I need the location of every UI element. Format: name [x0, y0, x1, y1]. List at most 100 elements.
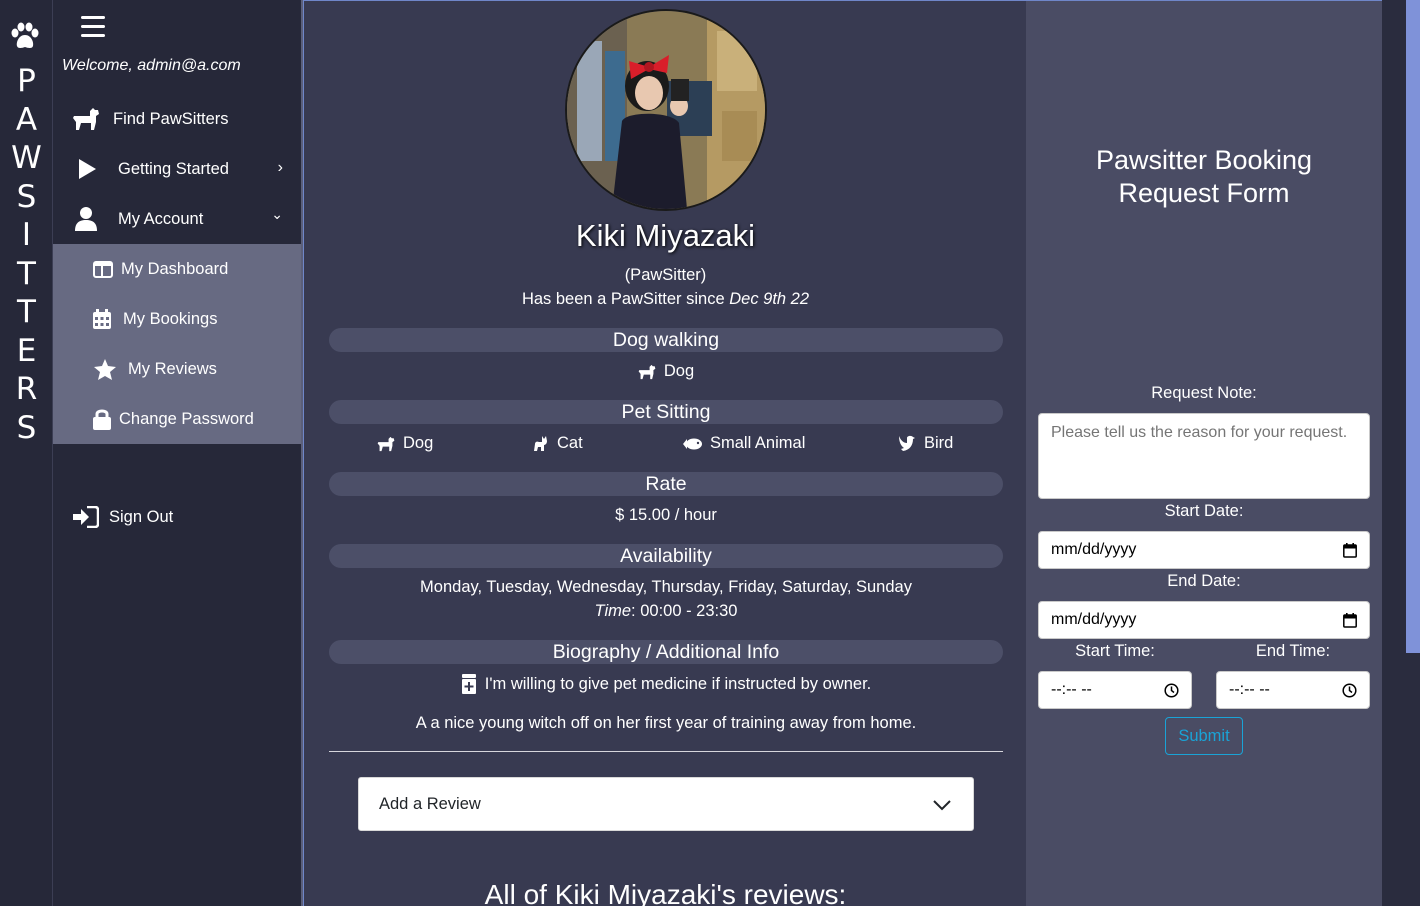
sidebar-item-label: My Bookings — [123, 309, 218, 328]
brand-letter: S — [16, 409, 37, 446]
brand-letter: S — [16, 178, 37, 215]
pet-small-animal: Small Animal — [682, 434, 805, 453]
clock-icon — [1164, 683, 1179, 698]
start-time-value: --:-- -- — [1051, 681, 1092, 698]
sitter-role: (PawSitter) — [624, 266, 707, 284]
section-header-pet-sitting: Pet Sitting — [329, 400, 1003, 424]
request-note-input[interactable] — [1038, 413, 1370, 499]
pet-cat: Cat — [533, 434, 583, 453]
end-time-input[interactable]: --:-- -- — [1216, 671, 1370, 709]
start-date-input[interactable]: mm/dd/yyyy — [1038, 531, 1370, 569]
pet-dog: Dog — [377, 434, 433, 453]
chevron-down-icon — [933, 800, 951, 811]
sign-out-label: Sign Out — [109, 507, 174, 526]
dog-icon — [71, 106, 101, 132]
pet-dog: Dog — [638, 362, 694, 381]
sidebar-item-my-bookings[interactable]: My Bookings — [53, 294, 301, 344]
star-icon — [93, 358, 117, 380]
end-time-label: End Time: — [1255, 642, 1331, 660]
add-review-label: Add a Review — [379, 794, 481, 813]
bird-icon — [899, 435, 915, 451]
booking-form: Pawsitter Booking Request Form Request No… — [1026, 0, 1382, 906]
brand-letter: T — [17, 255, 36, 292]
profile-panel: Kiki Miyazaki (PawSitter) Has been a Paw… — [303, 0, 1026, 906]
sidebar-item-label: My Account — [118, 209, 204, 228]
clock-icon — [1342, 683, 1357, 698]
add-review-accordion[interactable]: Add a Review — [358, 777, 974, 831]
medicine-icon — [461, 674, 476, 694]
welcome-text: Welcome, admin@a.com — [62, 57, 241, 74]
section-header-rate: Rate — [329, 472, 1003, 496]
fish-icon — [683, 438, 702, 449]
sidebar: Welcome, admin@a.com Find PawSitters Get… — [53, 0, 303, 906]
chevron-right-icon: › — [277, 159, 283, 176]
section-header-dog-walking: Dog walking — [329, 328, 1003, 352]
brand-strip: P A W S I T T E R S — [0, 0, 53, 906]
sitter-name: Kiki Miyazaki — [575, 218, 756, 253]
start-date-value: mm/dd/yyyy — [1051, 541, 1137, 558]
start-time-input[interactable]: --:-- -- — [1038, 671, 1192, 709]
account-submenu: My Dashboard My Bookings My Reviews Chan… — [53, 244, 301, 444]
pet-label: Dog — [403, 434, 434, 452]
scrollbar-thumb[interactable] — [1406, 0, 1420, 653]
sidebar-item-my-reviews[interactable]: My Reviews — [53, 344, 301, 394]
sidebar-item-change-password[interactable]: Change Password — [53, 394, 301, 444]
section-header-availability: Availability — [329, 544, 1003, 568]
time-label: Time — [594, 602, 632, 620]
brand-letter: W — [11, 140, 42, 176]
availability-time: Time: 00:00 - 23:30 — [329, 602, 1003, 621]
sidebar-item-getting-started[interactable]: Getting Started › — [53, 144, 301, 194]
availability-days: Monday, Tuesday, Wednesday, Thursday, Fr… — [420, 578, 912, 596]
sidebar-item-find-pawsitters[interactable]: Find PawSitters — [53, 94, 301, 144]
avatar — [565, 9, 767, 211]
pet-bird: Bird — [898, 434, 953, 453]
chevron-down-icon: ⌄ — [271, 206, 283, 222]
brand-letter: E — [16, 332, 37, 369]
dog-icon — [638, 364, 656, 379]
calendar-icon — [1343, 543, 1357, 558]
sidebar-item-label: Getting Started — [118, 159, 229, 178]
sidebar-item-label: Find PawSitters — [113, 109, 229, 128]
end-date-input[interactable]: mm/dd/yyyy — [1038, 601, 1370, 639]
sidebar-item-my-account[interactable]: My Account ⌄ — [53, 194, 301, 244]
sidebar-item-label: Change Password — [119, 409, 254, 428]
sign-out-button[interactable]: Sign Out — [53, 492, 301, 542]
brand-letter: I — [21, 217, 32, 253]
time-value: : 00:00 - 23:30 — [631, 602, 738, 620]
brand-wordmark: P A W S I T T E R S — [0, 62, 53, 447]
calendar-icon — [92, 308, 112, 330]
lock-icon — [92, 407, 112, 431]
end-date-label: End Date: — [1167, 572, 1241, 590]
calendar-icon — [1343, 613, 1357, 628]
user-icon — [74, 206, 98, 232]
brand-letter: P — [17, 63, 36, 99]
divider — [329, 751, 1003, 752]
pet-label: Dog — [663, 362, 695, 380]
form-title-line1: Pawsitter Booking — [1095, 145, 1313, 175]
since-prefix: Has been a PawSitter since — [521, 290, 730, 308]
sign-out-icon — [72, 505, 100, 529]
cat-icon — [534, 436, 547, 451]
brand-letter: T — [17, 294, 36, 330]
sitter-since: Has been a PawSitter since Dec 9th 22 — [304, 290, 1027, 309]
hamburger-menu-icon[interactable] — [81, 16, 105, 38]
pet-label: Cat — [557, 434, 583, 452]
pet-label: Small Animal — [710, 434, 806, 452]
since-date: Dec 9th 22 — [729, 290, 810, 308]
medicine-note-text: I'm willing to give pet medicine if inst… — [484, 674, 872, 693]
sidebar-item-label: My Dashboard — [121, 259, 229, 278]
start-time-label: Start Time: — [1075, 642, 1155, 660]
submit-button[interactable]: Submit — [1165, 717, 1243, 755]
sidebar-item-my-dashboard[interactable]: My Dashboard — [53, 244, 301, 294]
bio-text: A a nice young witch off on her first ye… — [415, 714, 917, 732]
dashboard-icon — [92, 259, 114, 279]
end-date-value: mm/dd/yyyy — [1051, 611, 1137, 628]
brand-letter: A — [15, 101, 38, 138]
section-header-bio: Biography / Additional Info — [329, 640, 1003, 664]
dog-walking-pets: Dog — [329, 362, 1003, 385]
start-date-label: Start Date: — [1164, 502, 1244, 520]
dog-icon — [377, 436, 395, 451]
rate-value: $ 15.00 / hour — [615, 506, 717, 524]
reviews-title: All of Kiki Miyazaki's reviews: — [484, 879, 847, 906]
sidebar-item-label: My Reviews — [128, 359, 217, 378]
